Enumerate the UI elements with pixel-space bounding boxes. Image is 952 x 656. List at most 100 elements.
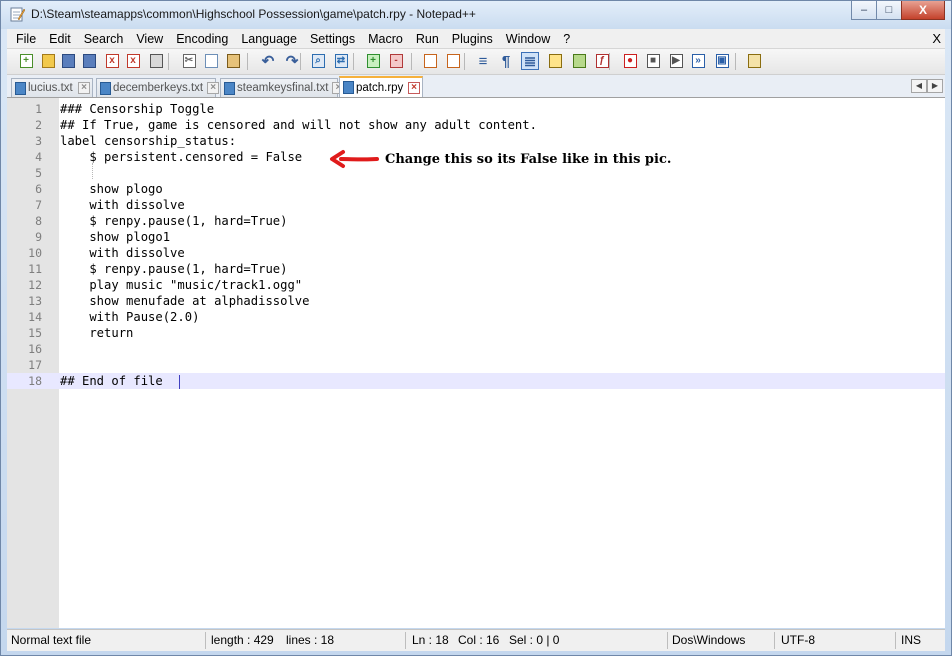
play-macro-icon[interactable]: ▶	[667, 52, 685, 70]
cut-icon[interactable]: ✂	[180, 52, 198, 70]
maximize-button[interactable]: □	[876, 1, 902, 20]
spell-check-icon[interactable]	[745, 52, 763, 70]
status-insert-mode[interactable]: INS	[901, 633, 921, 647]
title-bar[interactable]: D:\Steam\steamapps\common\Highschool Pos…	[1, 1, 951, 29]
find-icon[interactable]: ⌕	[309, 52, 327, 70]
status-lines: lines : 18	[286, 633, 335, 647]
menu-item-encoding[interactable]: Encoding	[169, 31, 234, 46]
code-line[interactable]: 17	[7, 357, 945, 373]
menu-item-run[interactable]: Run	[409, 31, 445, 46]
tab-steamkeysfinal[interactable]: steamkeysfinal.txt×	[220, 78, 345, 97]
show-all-chars-icon[interactable]: ¶	[497, 52, 515, 70]
copy-icon-glyph	[204, 54, 218, 68]
print-icon[interactable]	[147, 52, 165, 70]
line-text[interactable]: with dissolve	[60, 246, 184, 260]
doc-map-icon[interactable]	[570, 52, 588, 70]
tab-close-icon[interactable]: ×	[78, 82, 90, 94]
code-line[interactable]: 13 show menufade at alphadissolve	[7, 293, 945, 309]
code-line[interactable]: 3 label censorship_status:	[7, 133, 945, 149]
menu-item-view[interactable]: View	[129, 31, 169, 46]
menu-item-settings[interactable]: Settings	[303, 31, 361, 46]
line-text[interactable]: ## End of file	[60, 374, 170, 388]
code-line[interactable]: 1 ### Censorship Toggle	[7, 101, 945, 117]
redo-icon[interactable]: ↷	[283, 52, 301, 70]
run-macro-multiple-icon[interactable]: »	[689, 52, 707, 70]
code-line[interactable]: 16	[7, 341, 945, 357]
status-encoding[interactable]: UTF-8	[781, 633, 815, 647]
code-line[interactable]: 8 $ renpy.pause(1, hard=True)	[7, 213, 945, 229]
code-editor[interactable]: 1 ### Censorship Toggle 2 ## If True, game …	[7, 97, 945, 628]
sync-h-icon[interactable]	[444, 52, 462, 70]
code-line[interactable]: 6 show plogo	[7, 181, 945, 197]
line-number: 5	[35, 166, 42, 180]
save-macro-icon[interactable]: ▣	[713, 52, 731, 70]
close-window-button[interactable]: X	[901, 1, 945, 20]
code-line[interactable]: 9 show plogo1	[7, 229, 945, 245]
code-line[interactable]: 7 with dissolve	[7, 197, 945, 213]
tab-lucius[interactable]: lucius.txt ×	[11, 78, 93, 97]
toolbar-separator	[464, 53, 465, 70]
save-all-icon[interactable]	[80, 52, 98, 70]
menu-item-edit[interactable]: Edit	[42, 31, 77, 46]
code-line[interactable]: 12 play music "music/track1.ogg"	[7, 277, 945, 293]
menu-item-plugins[interactable]: Plugins	[445, 31, 499, 46]
line-text[interactable]: show plogo1	[60, 230, 170, 244]
save-icon[interactable]	[59, 52, 77, 70]
menu-item-macro[interactable]: Macro	[361, 31, 409, 46]
indent-guide-icon[interactable]: ≣	[521, 52, 539, 70]
open-file-icon[interactable]	[39, 52, 57, 70]
replace-icon[interactable]: ⇄	[332, 52, 350, 70]
tab-label: steamkeysfinal.txt	[237, 82, 329, 94]
line-number: 7	[35, 198, 42, 212]
doc-map-icon-glyph	[572, 54, 586, 68]
code-line[interactable]: 18 ## End of file	[7, 373, 945, 389]
tab-close-icon[interactable]: ×	[207, 82, 220, 94]
line-text[interactable]: with dissolve	[60, 198, 184, 212]
line-text[interactable]: $ renpy.pause(1, hard=True)	[60, 262, 287, 276]
menu-item-language[interactable]: Language	[234, 31, 303, 46]
new-file-icon[interactable]: +	[17, 52, 35, 70]
record-macro-icon[interactable]: ●	[621, 52, 639, 70]
line-text[interactable]: play music "music/track1.ogg"	[60, 278, 302, 292]
zoom-out-icon[interactable]: -	[387, 52, 405, 70]
minimize-button[interactable]: –	[851, 1, 877, 20]
menu-item-window[interactable]: Window	[499, 31, 556, 46]
line-text[interactable]: $ renpy.pause(1, hard=True)	[60, 214, 287, 228]
tab-close-icon[interactable]: ×	[408, 81, 420, 94]
menu-item-search[interactable]: Search	[77, 31, 130, 46]
sync-v-icon[interactable]	[421, 52, 439, 70]
code-line[interactable]: 10 with dissolve	[7, 245, 945, 261]
line-text[interactable]: ### Censorship Toggle	[60, 102, 214, 116]
word-wrap-icon[interactable]: ≡	[474, 52, 492, 70]
line-text[interactable]: show plogo	[60, 182, 162, 196]
close-document-button[interactable]: X	[932, 31, 941, 46]
code-line[interactable]: 14 with Pause(2.0)	[7, 309, 945, 325]
stop-macro-icon[interactable]: ■	[644, 52, 662, 70]
line-text[interactable]: return	[60, 326, 133, 340]
status-eol-format[interactable]: Dos\Windows	[672, 633, 745, 647]
tab-scroll-right-button[interactable]: ▶	[927, 79, 943, 93]
zoom-in-icon[interactable]: +	[364, 52, 382, 70]
line-text[interactable]: ## If True, game is censored and will no…	[60, 118, 537, 132]
line-text[interactable]: $ persistent.censored = False	[60, 150, 302, 164]
code-line[interactable]: 15 return	[7, 325, 945, 341]
tab-scroll-left-button[interactable]: ◀	[911, 79, 927, 93]
close-icon[interactable]: x	[103, 52, 121, 70]
undo-icon[interactable]: ↶	[259, 52, 277, 70]
tab-decemberkeys[interactable]: decemberkeys.txt ×	[96, 78, 220, 97]
status-file-type: Normal text file	[11, 633, 92, 647]
line-number: 8	[35, 214, 42, 228]
close-all-icon[interactable]: x	[124, 52, 142, 70]
menu-item-help[interactable]: ?	[556, 31, 576, 46]
copy-icon[interactable]	[202, 52, 220, 70]
line-text[interactable]: label censorship_status:	[60, 134, 236, 148]
menu-item-file[interactable]: File	[9, 31, 42, 46]
user-lang-icon[interactable]	[546, 52, 564, 70]
line-text[interactable]: show menufade at alphadissolve	[60, 294, 309, 308]
code-line[interactable]: 11 $ renpy.pause(1, hard=True)	[7, 261, 945, 277]
tab-patch[interactable]: patch.rpy ×	[339, 76, 423, 97]
code-line[interactable]: 2 ## If True, game is censored and will n…	[7, 117, 945, 133]
run-macro-multiple-icon-glyph: »	[691, 54, 705, 68]
line-text[interactable]: with Pause(2.0)	[60, 310, 199, 324]
paste-icon[interactable]	[224, 52, 242, 70]
